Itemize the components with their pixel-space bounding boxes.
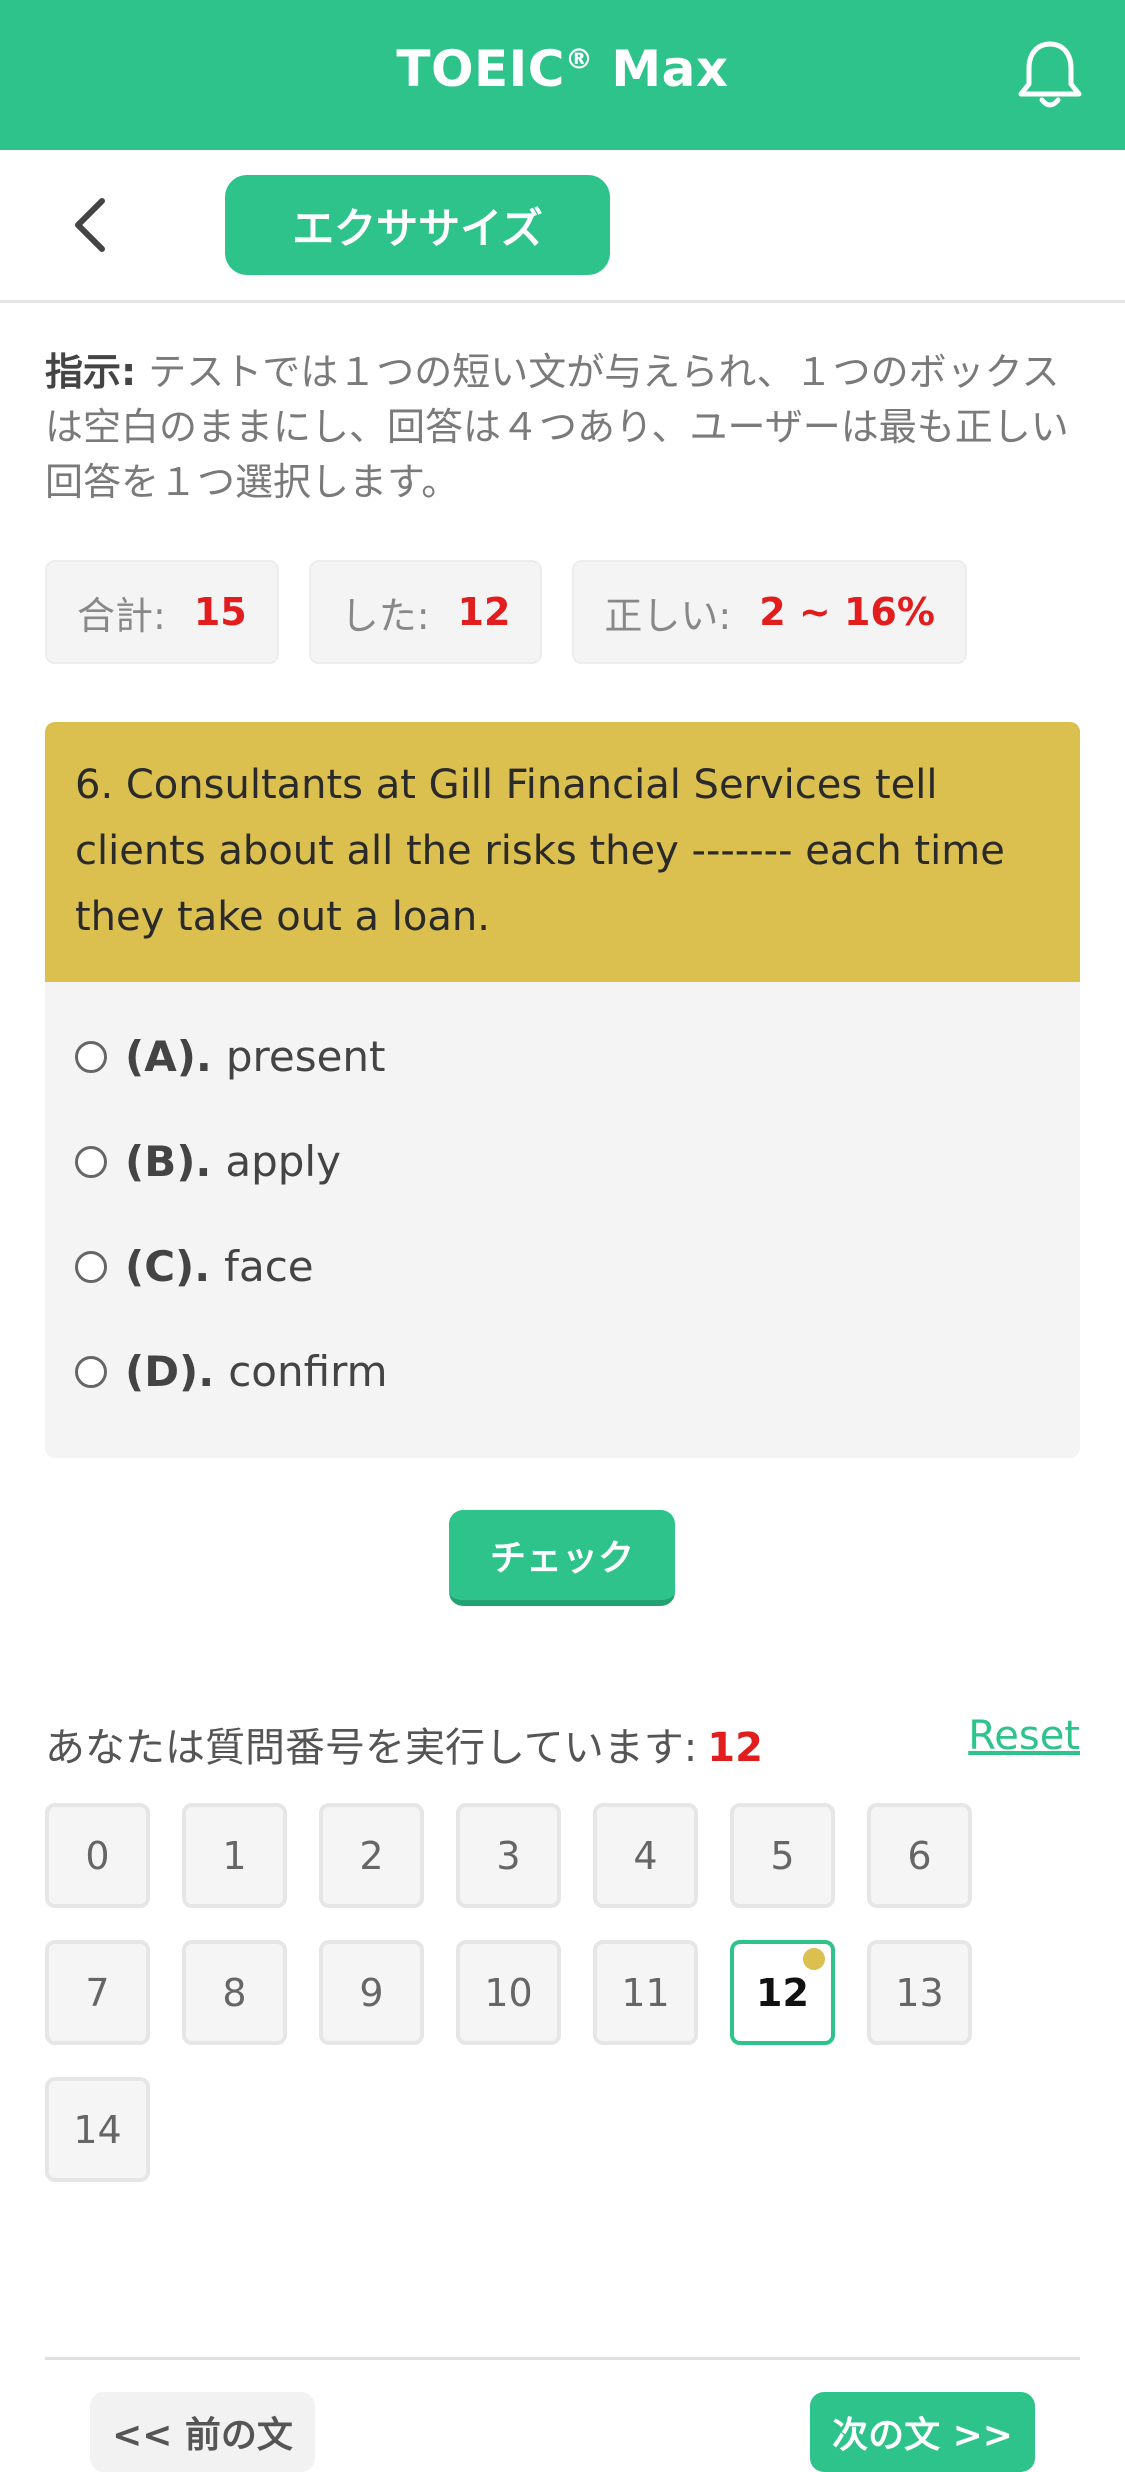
tab-exercise[interactable]: エクササイズ bbox=[225, 175, 610, 275]
app-header: TOEIC® Max bbox=[0, 0, 1125, 150]
bell-icon[interactable] bbox=[1015, 38, 1085, 114]
stats-row: 合計: 15 した: 12 正しい: 2 ~ 16% bbox=[45, 560, 967, 665]
radio-button[interactable] bbox=[75, 1040, 107, 1073]
question-number-button[interactable]: 4 bbox=[593, 1803, 698, 1908]
question-number-button[interactable]: 10 bbox=[456, 1940, 561, 2045]
option-a[interactable]: (A). present bbox=[75, 1004, 1050, 1109]
app-title: TOEIC® Max bbox=[396, 40, 729, 98]
sub-navigation: エクササイズ bbox=[0, 150, 1125, 303]
next-sentence-button[interactable]: 次の文 >> bbox=[810, 2392, 1035, 2472]
question-number-grid: 0 1 2 3 4 5 6 7 8 9 10 11 12 13 14 bbox=[45, 1803, 1080, 2182]
option-d[interactable]: (D). confirm bbox=[75, 1319, 1050, 1424]
instruction-label: 指示: bbox=[45, 350, 137, 394]
back-button[interactable] bbox=[55, 190, 125, 260]
answer-options: (A). present (B). apply (C). face (D). c… bbox=[45, 982, 1080, 1458]
question-card: 6. Consultants at Gill Financial Service… bbox=[45, 722, 1080, 1458]
question-number-button[interactable]: 3 bbox=[456, 1803, 561, 1908]
divider bbox=[45, 2357, 1080, 2360]
question-number-button[interactable]: 13 bbox=[867, 1940, 972, 2045]
stat-total-value: 15 bbox=[193, 590, 247, 634]
question-number-button[interactable]: 0 bbox=[45, 1803, 150, 1908]
stat-total: 合計: 15 bbox=[45, 560, 279, 664]
stat-correct: 正しい: 2 ~ 16% bbox=[572, 560, 967, 664]
question-number-button[interactable]: 5 bbox=[730, 1803, 835, 1908]
stat-correct-value: 2 ~ 16% bbox=[759, 590, 935, 634]
radio-button[interactable] bbox=[75, 1145, 107, 1178]
stat-done-value: 12 bbox=[457, 590, 511, 634]
question-number-button[interactable]: 1 bbox=[182, 1803, 287, 1908]
progress-label: あなたは質問番号を実行しています: 12 bbox=[45, 1725, 763, 1771]
instruction-body: テストでは１つの短い文が与えられ、１つのボックスは空白のままにし、回答は４つあり… bbox=[45, 350, 1069, 504]
previous-sentence-button[interactable]: << 前の文 bbox=[90, 2392, 315, 2472]
option-b[interactable]: (B). apply bbox=[75, 1109, 1050, 1214]
radio-button[interactable] bbox=[75, 1250, 107, 1283]
radio-button[interactable] bbox=[75, 1355, 107, 1388]
option-c[interactable]: (C). face bbox=[75, 1214, 1050, 1319]
question-text: 6. Consultants at Gill Financial Service… bbox=[45, 722, 1080, 982]
instruction-text: 指示: テストでは１つの短い文が与えられ、１つのボックスは空白のままにし、回答は… bbox=[45, 345, 1075, 510]
question-number-button[interactable]: 2 bbox=[319, 1803, 424, 1908]
question-number-button-current[interactable]: 12 bbox=[730, 1940, 835, 2045]
stat-done: した: 12 bbox=[308, 560, 543, 664]
question-number-button[interactable]: 6 bbox=[867, 1803, 972, 1908]
reset-link[interactable]: Reset bbox=[968, 1713, 1080, 1759]
current-question-number: 12 bbox=[707, 1725, 763, 1771]
chevron-left-icon bbox=[75, 198, 105, 252]
check-button[interactable]: チェック bbox=[449, 1510, 675, 1606]
question-number-button[interactable]: 7 bbox=[45, 1940, 150, 2045]
question-number-button[interactable]: 14 bbox=[45, 2077, 150, 2182]
current-indicator-dot bbox=[803, 1948, 825, 1970]
question-number-button[interactable]: 9 bbox=[319, 1940, 424, 2045]
question-number-button[interactable]: 11 bbox=[593, 1940, 698, 2045]
question-number-button[interactable]: 8 bbox=[182, 1940, 287, 2045]
